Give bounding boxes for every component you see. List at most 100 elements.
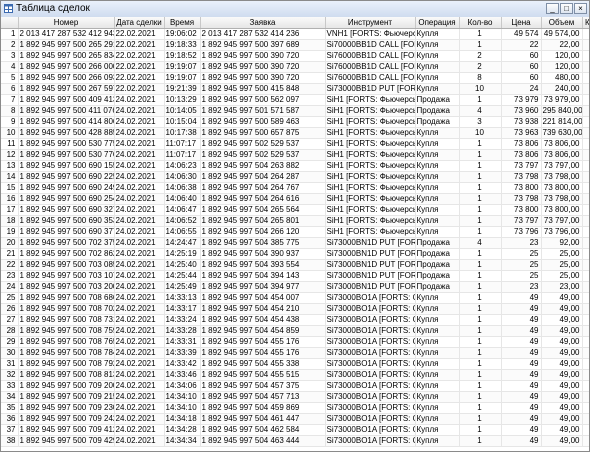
table-row[interactable]: 91 892 945 997 500 414 806 24.02.2021 10:1…: [1, 116, 589, 128]
table-row[interactable]: 12 1 892 945 997 500 530 776 24.02.2021 11:…: [1, 149, 589, 161]
table-row[interactable]: 29 1 892 945 997 500 708 765 24.02.2021 14:…: [1, 336, 589, 348]
column-header-number[interactable]: Номер: [18, 17, 115, 29]
table-row[interactable]: 25 1 892 945 997 500 708 686 24.02.2021 14:…: [1, 292, 589, 304]
table-row[interactable]: 18 1 892 945 997 500 690 353 24.02.2021 14:…: [1, 215, 589, 227]
cell-row-index: 8: [1, 105, 19, 117]
cell-row-index: 9: [1, 116, 19, 128]
cell-extra: [582, 39, 589, 51]
title-bar[interactable]: Таблица сделок _ □ ×: [1, 1, 589, 18]
trades-table-container[interactable]: Номер Дата сделки Время Заявка Инструмен…: [1, 17, 589, 451]
column-header-order[interactable]: Заявка: [200, 17, 326, 29]
cell-volume: 49,00: [541, 292, 583, 304]
cell-row-index: 7: [1, 94, 19, 106]
cell-price: 24: [501, 83, 542, 95]
cell-volume: 49,00: [541, 347, 583, 359]
table-row[interactable]: 19 1 892 945 997 500 690 377 24.02.2021 14:…: [1, 226, 589, 238]
cell-row-index: 16: [1, 193, 19, 205]
cell-operation: Купля: [415, 61, 460, 73]
cell-price: 60: [501, 50, 542, 62]
table-row[interactable]: 30 1 892 945 997 500 708 784 24.02.2021 14:…: [1, 347, 589, 359]
table-row[interactable]: 23 1 892 945 997 500 703 107 24.02.2021 14:…: [1, 270, 589, 282]
minimize-button[interactable]: _: [546, 3, 559, 14]
cell-trade-date: 24.02.2021: [114, 270, 165, 282]
column-header-trade-date[interactable]: Дата сделки: [114, 17, 165, 29]
cell-price: 49: [501, 413, 542, 425]
table-row[interactable]: 14 1 892 945 997 500 690 225 24.02.2021 14:…: [1, 171, 589, 183]
cell-row-index: 5: [1, 72, 19, 84]
cell-row-index: 34: [1, 391, 19, 403]
table-row[interactable]: 22 1 892 945 997 500 703 085 24.02.2021 14:…: [1, 259, 589, 271]
table-row[interactable]: 31 892 945 997 500 265 834 22.02.2021 19:1…: [1, 50, 589, 62]
table-row[interactable]: 37 1 892 945 997 500 709 412 24.02.2021 14:…: [1, 424, 589, 436]
table-row[interactable]: 51 892 945 997 500 266 093 22.02.2021 19:1…: [1, 72, 589, 84]
cell-instrument: SiH1 [FORTS: Фьючерсы]: [325, 182, 416, 194]
column-header-instrument[interactable]: Инструмент: [325, 17, 416, 29]
table-row[interactable]: 38 1 892 945 997 500 709 429 24.02.2021 14:…: [1, 435, 589, 447]
cell-extra: [582, 248, 589, 260]
cell-price: 23: [501, 237, 542, 249]
cell-trade-number: 1 892 945 997 500 708 759: [18, 325, 115, 337]
cell-row-index: 13: [1, 160, 19, 172]
table-row[interactable]: 11 1 892 945 997 500 530 775 24.02.2021 11:…: [1, 138, 589, 150]
table-row[interactable]: 32 1 892 945 997 500 708 813 24.02.2021 14:…: [1, 369, 589, 381]
cell-trade-time: 14:06:38: [164, 182, 201, 194]
table-row[interactable]: 26 1 892 945 997 500 708 702 24.02.2021 14:…: [1, 303, 589, 315]
cell-operation: Продажа: [415, 281, 460, 293]
cell-trade-number: 1 892 945 997 500 690 254: [18, 193, 115, 205]
column-header-price[interactable]: Цена: [501, 17, 542, 29]
table-row[interactable]: 17 1 892 945 997 500 690 327 24.02.2021 14:…: [1, 204, 589, 216]
column-header-index[interactable]: [1, 17, 19, 29]
cell-price: 49: [501, 292, 542, 304]
table-row[interactable]: 21 1 892 945 997 500 702 862 24.02.2021 14:…: [1, 248, 589, 260]
table-row[interactable]: 12 013 417 287 532 412 943 22.02.2021 19:0…: [1, 28, 589, 40]
cell-trade-number: 1 892 945 997 500 708 686: [18, 292, 115, 304]
cell-trade-number: 1 892 945 997 500 530 776: [18, 149, 115, 161]
cell-quantity: 1: [459, 270, 502, 282]
cell-row-index: 2: [1, 39, 19, 51]
table-row[interactable]: 24 1 892 945 997 500 703 200 24.02.2021 14:…: [1, 281, 589, 293]
cell-trade-time: 14:34:10: [164, 391, 201, 403]
cell-trade-date: 22.02.2021: [114, 28, 165, 40]
cell-instrument: SiH1 [FORTS: Фьючерсы]: [325, 193, 416, 205]
cell-price: 73 798: [501, 193, 542, 205]
table-row[interactable]: 16 1 892 945 997 500 690 254 24.02.2021 14:…: [1, 193, 589, 205]
cell-quantity: 1: [459, 380, 502, 392]
table-row[interactable]: 81 892 945 997 500 411 076 24.02.2021 10:1…: [1, 105, 589, 117]
cell-price: 49: [501, 325, 542, 337]
table-row[interactable]: 15 1 892 945 997 500 690 249 24.02.2021 14:…: [1, 182, 589, 194]
table-row[interactable]: 21 892 945 997 500 265 291 22.02.2021 19:1…: [1, 39, 589, 51]
table-row[interactable]: 34 1 892 945 997 500 709 215 24.02.2021 14:…: [1, 391, 589, 403]
table-row[interactable]: 71 892 945 997 500 409 413 24.02.2021 10:1…: [1, 94, 589, 106]
cell-volume: 221 814,00: [541, 116, 583, 128]
table-row[interactable]: 27 1 892 945 997 500 708 731 24.02.2021 14:…: [1, 314, 589, 326]
close-button[interactable]: ×: [574, 3, 587, 14]
trades-table-body: 12 013 417 287 532 412 943 22.02.2021 19:0…: [1, 28, 589, 447]
table-row[interactable]: 20 1 892 945 997 500 702 375 24.02.2021 14:…: [1, 237, 589, 249]
table-row[interactable]: 41 892 945 997 500 266 000 22.02.2021 19:1…: [1, 61, 589, 73]
cell-trade-number: 1 892 945 997 500 428 885: [18, 127, 115, 139]
column-header-volume[interactable]: Объем: [541, 17, 583, 29]
column-header-quantity[interactable]: Кол-во: [459, 17, 502, 29]
cell-trade-time: 14:24:47: [164, 237, 201, 249]
column-header-time[interactable]: Время: [164, 17, 201, 29]
table-row[interactable]: 28 1 892 945 997 500 708 759 24.02.2021 14:…: [1, 325, 589, 337]
table-row[interactable]: 36 1 892 945 997 500 709 242 24.02.2021 14:…: [1, 413, 589, 425]
cell-trade-time: 14:25:44: [164, 270, 201, 282]
maximize-button[interactable]: □: [560, 3, 573, 14]
cell-volume: 73 806,00: [541, 149, 583, 161]
cell-extra: [582, 303, 589, 315]
table-row[interactable]: 35 1 892 945 997 500 709 230 24.02.2021 14:…: [1, 402, 589, 414]
cell-trade-number: 1 892 945 997 500 709 429: [18, 435, 115, 447]
table-row[interactable]: 33 1 892 945 997 500 709 200 24.02.2021 14:…: [1, 380, 589, 392]
table-row[interactable]: 31 1 892 945 997 500 708 792 24.02.2021 14:…: [1, 358, 589, 370]
cell-trade-date: 24.02.2021: [114, 116, 165, 128]
cell-trade-time: 19:19:07: [164, 72, 201, 84]
table-row[interactable]: 10 1 892 945 997 500 428 885 24.02.2021 10:…: [1, 127, 589, 139]
column-header-operation[interactable]: Операция: [415, 17, 460, 29]
column-header-extra[interactable]: Ко: [582, 17, 589, 29]
cell-row-index: 37: [1, 424, 19, 436]
cell-operation: Купля: [415, 138, 460, 150]
table-row[interactable]: 61 892 945 997 500 267 597 22.02.2021 19:2…: [1, 83, 589, 95]
cell-volume: 49,00: [541, 424, 583, 436]
table-row[interactable]: 13 1 892 945 997 500 690 155 24.02.2021 14:…: [1, 160, 589, 172]
